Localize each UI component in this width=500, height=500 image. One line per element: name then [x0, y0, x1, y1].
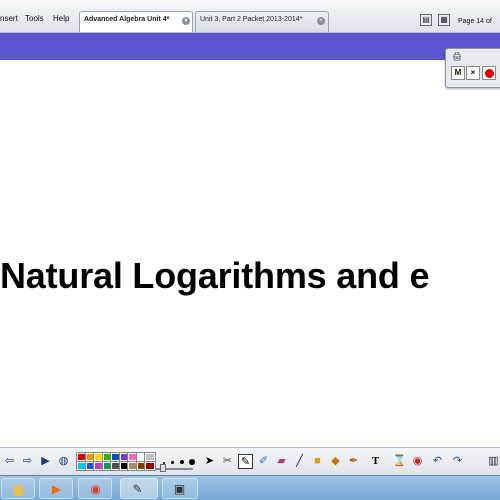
bottom-toolbar: ⇦ ⇨ ▶ ◍ ➤ ✂ ✎ ✐ ▰ ╱ ■ ◆ ✒ T ⌛ ◉ ↶ ↷ ▥: [0, 447, 500, 475]
large-dot[interactable]: [189, 459, 195, 465]
shapes-icon[interactable]: ■: [310, 454, 325, 469]
smart-notebook-icon[interactable]: ✎: [120, 478, 158, 499]
gallery-icon[interactable]: ▦: [438, 14, 450, 26]
small-dot[interactable]: [171, 461, 174, 464]
tab-unit-3-packet[interactable]: Unit 3, Part 2 Packet 2013-2014* ×: [195, 11, 329, 32]
size-slider-handle[interactable]: [160, 464, 166, 472]
explorer-icon[interactable]: ▆: [1, 478, 35, 499]
page-next-icon[interactable]: ⇨: [20, 454, 35, 469]
page-sorter-icon[interactable]: ▤: [420, 14, 432, 26]
tab-label: Unit 3, Part 2 Packet 2013-2014*: [200, 16, 303, 23]
page-prev-icon[interactable]: ⇦: [2, 454, 17, 469]
magic-pen-icon[interactable]: ✒: [346, 454, 361, 469]
text-icon[interactable]: T: [368, 454, 383, 469]
tools-icon[interactable]: ✂: [220, 454, 235, 469]
menu-tools[interactable]: Tools: [25, 14, 44, 23]
tab-close-icon[interactable]: ×: [317, 17, 325, 25]
menu-insert[interactable]: nsert: [0, 14, 18, 23]
slide-title: Natural Logarithms and e: [0, 255, 430, 296]
clear-icon[interactable]: ⌛: [392, 454, 407, 469]
tab-close-icon[interactable]: ×: [182, 17, 190, 25]
highlighter-icon[interactable]: ✐: [256, 454, 271, 469]
menu-tab-bar: nsert Tools Help Advanced Algebra Unit 4…: [0, 0, 500, 33]
workspace-header-band: [0, 33, 500, 60]
pen-icon[interactable]: ✎: [238, 454, 253, 469]
more-tools-icon[interactable]: ▥: [486, 454, 500, 469]
printer-icon: 🖨: [452, 52, 463, 61]
color-swatch[interactable]: [144, 452, 156, 462]
page-indicator: Page 14 of: [458, 18, 492, 25]
tab-advanced-algebra[interactable]: Advanced Algebra Unit 4* ×: [79, 11, 193, 32]
color-swatch[interactable]: [144, 461, 156, 471]
line-icon[interactable]: ╱: [292, 454, 307, 469]
record-icon[interactable]: [482, 66, 496, 80]
floating-recorder-toolbar[interactable]: 🖨 M ×: [445, 48, 500, 88]
select-arrow-icon[interactable]: ➤: [202, 454, 217, 469]
globe-icon[interactable]: ◍: [56, 454, 71, 469]
whiteboard-canvas[interactable]: [0, 60, 500, 447]
undo-icon[interactable]: ↶: [430, 454, 445, 469]
medium-dot[interactable]: [180, 460, 184, 464]
recorder-icon[interactable]: ▣: [162, 478, 198, 499]
tab-label: Advanced Algebra Unit 4*: [84, 16, 170, 23]
redo-icon[interactable]: ↷: [450, 454, 465, 469]
menu-help[interactable]: Help: [53, 14, 69, 23]
fill-icon[interactable]: ◆: [328, 454, 343, 469]
record-screen-icon[interactable]: ◉: [410, 454, 425, 469]
minimize-button[interactable]: M: [451, 66, 465, 80]
eraser-icon[interactable]: ▰: [274, 454, 289, 469]
windows-taskbar: ▆ ▶ ◉ ✎ ▣: [0, 475, 500, 500]
play-icon[interactable]: ▶: [38, 454, 53, 469]
media-player-icon[interactable]: ▶: [39, 478, 73, 499]
close-button[interactable]: ×: [466, 66, 480, 80]
chrome-icon[interactable]: ◉: [78, 478, 112, 499]
